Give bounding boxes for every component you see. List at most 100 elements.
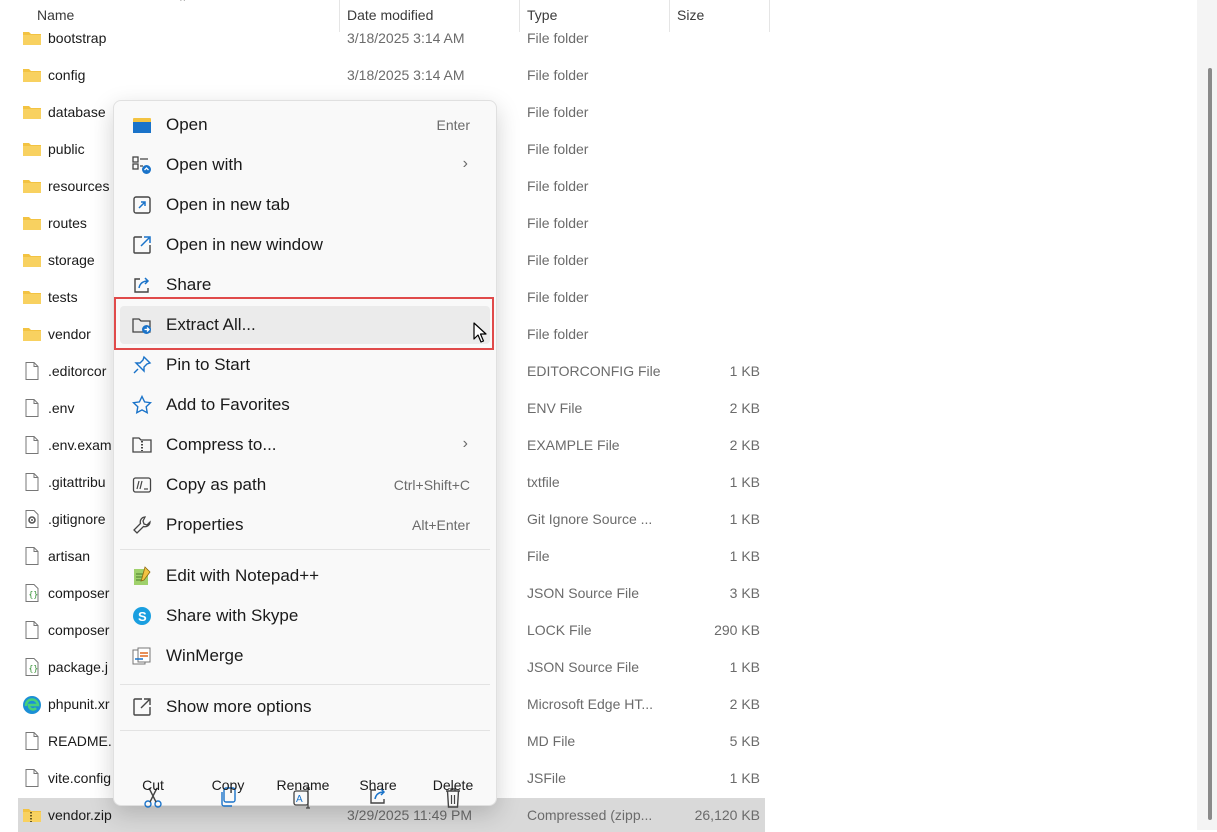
file-type: File folder — [527, 326, 589, 342]
wrench-icon — [132, 515, 152, 535]
menu-item-pin-to-start[interactable]: Pin to Start — [120, 346, 490, 384]
delete-button[interactable]: Delete — [418, 735, 488, 808]
rename-button[interactable]: A Rename — [268, 735, 338, 809]
file-size: 1 KB — [729, 548, 760, 564]
copy-path-icon — [132, 475, 152, 495]
file-icon — [22, 732, 42, 750]
file-type: File folder — [527, 215, 589, 231]
scrollbar-thumb[interactable] — [1208, 68, 1212, 820]
file-size: 26,120 KB — [694, 807, 760, 823]
menu-item-label: Share with Skype — [166, 606, 299, 625]
cut-button[interactable]: Cut — [118, 735, 188, 808]
file-type: Git Ignore Source ... — [527, 511, 653, 527]
folder-icon — [22, 140, 42, 158]
file-type: File folder — [527, 67, 589, 83]
gear-file-icon — [22, 510, 42, 528]
menu-item-share-skype[interactable]: S Share with Skype — [120, 597, 490, 635]
menu-item-label: Copy as path — [166, 475, 267, 494]
file-date: 3/18/2025 3:14 AM — [347, 67, 465, 83]
file-size: 2 KB — [729, 437, 760, 453]
command-label: Share — [359, 777, 397, 793]
menu-item-winmerge[interactable]: WinMerge — [120, 637, 490, 675]
file-size: 5 KB — [729, 733, 760, 749]
file-size: 1 KB — [729, 770, 760, 786]
menu-item-copy-as-path[interactable]: Copy as path Ctrl+Shift+C — [120, 466, 490, 504]
new-window-icon — [132, 235, 152, 255]
column-divider[interactable] — [769, 0, 770, 32]
file-type: File — [527, 548, 550, 564]
file-date: 3/18/2025 3:14 AM — [347, 30, 465, 46]
open-icon — [132, 115, 152, 135]
folder-icon — [22, 251, 42, 269]
chevron-right-icon: › — [462, 155, 468, 172]
menu-item-label: Share — [166, 275, 212, 294]
menu-item-add-to-favorites[interactable]: Add to Favorites — [120, 386, 490, 424]
vertical-scrollbar[interactable] — [1197, 0, 1217, 830]
menu-item-label: Add to Favorites — [166, 395, 290, 414]
file-icon — [22, 473, 42, 491]
svg-text:{}: {} — [29, 664, 39, 673]
file-size: 2 KB — [729, 696, 760, 712]
file-type: Compressed (zipp... — [527, 807, 653, 823]
file-type: EXAMPLE File — [527, 437, 620, 453]
menu-item-label: Open in new tab — [166, 195, 290, 214]
file-type: File folder — [527, 289, 589, 305]
file-size: 1 KB — [729, 363, 760, 379]
json-file-icon: {} — [22, 584, 42, 602]
file-type: MD File — [527, 733, 576, 749]
file-size: 290 KB — [714, 622, 760, 638]
svg-text:A: A — [296, 794, 303, 805]
pin-icon — [132, 355, 152, 375]
file-row[interactable]: config 3/18/2025 3:14 AM File folder — [18, 58, 765, 92]
menu-item-open-new-tab[interactable]: Open in new tab — [120, 186, 490, 224]
file-row[interactable]: bootstrap 3/18/2025 3:14 AM File folder — [18, 21, 765, 55]
menu-item-open[interactable]: Open Enter — [120, 106, 490, 144]
file-icon — [22, 621, 42, 639]
extract-all-highlight-box — [114, 297, 494, 350]
file-size: 1 KB — [729, 659, 760, 675]
zip-folder-icon — [22, 806, 42, 824]
menu-item-edit-notepadpp[interactable]: Edit with Notepad++ — [120, 557, 490, 595]
file-name: bootstrap — [48, 30, 107, 46]
menu-item-label: Pin to Start — [166, 355, 251, 374]
svg-text:S: S — [138, 609, 147, 624]
file-type: JSON Source File — [527, 585, 640, 601]
menu-separator — [120, 549, 490, 550]
file-size: 1 KB — [729, 474, 760, 490]
file-type: File folder — [527, 141, 589, 157]
menu-separator — [120, 730, 490, 731]
menu-item-shortcut: Alt+Enter — [412, 517, 470, 533]
file-icon — [22, 399, 42, 417]
file-type: File folder — [527, 104, 589, 120]
chevron-right-icon: › — [462, 435, 468, 452]
file-size: 3 KB — [729, 585, 760, 601]
sort-ascending-icon: ⌃ — [178, 0, 188, 9]
json-file-icon: {} — [22, 658, 42, 676]
folder-icon — [22, 214, 42, 232]
menu-item-show-more[interactable]: Show more options — [120, 688, 490, 726]
file-type: JSON Source File — [527, 659, 640, 675]
menu-item-shortcut: Enter — [436, 117, 470, 133]
menu-item-compress-to[interactable]: Compress to... › — [120, 426, 490, 464]
folder-icon — [22, 103, 42, 121]
menu-item-properties[interactable]: Properties Alt+Enter — [120, 506, 490, 544]
menu-item-open-with[interactable]: Open with › — [120, 146, 490, 184]
share-button[interactable]: Share — [343, 735, 413, 804]
command-label: Cut — [142, 777, 164, 793]
winmerge-icon — [132, 646, 152, 666]
star-icon — [131, 394, 153, 415]
file-size: 2 KB — [729, 400, 760, 416]
menu-item-shortcut: Ctrl+Shift+C — [393, 477, 470, 493]
command-label: Copy — [211, 777, 245, 793]
file-icon — [22, 547, 42, 565]
menu-item-label: Open — [166, 115, 208, 134]
file-type: ENV File — [527, 400, 583, 416]
copy-button[interactable]: Copy — [193, 735, 263, 807]
menu-item-open-new-window[interactable]: Open in new window — [120, 226, 490, 264]
menu-item-label: Show more options — [166, 697, 312, 716]
file-type: txtfile — [527, 474, 560, 490]
menu-item-label: Edit with Notepad++ — [166, 566, 320, 585]
open-with-icon — [132, 155, 152, 175]
file-type: JSFile — [527, 770, 566, 786]
compress-icon — [132, 435, 152, 455]
